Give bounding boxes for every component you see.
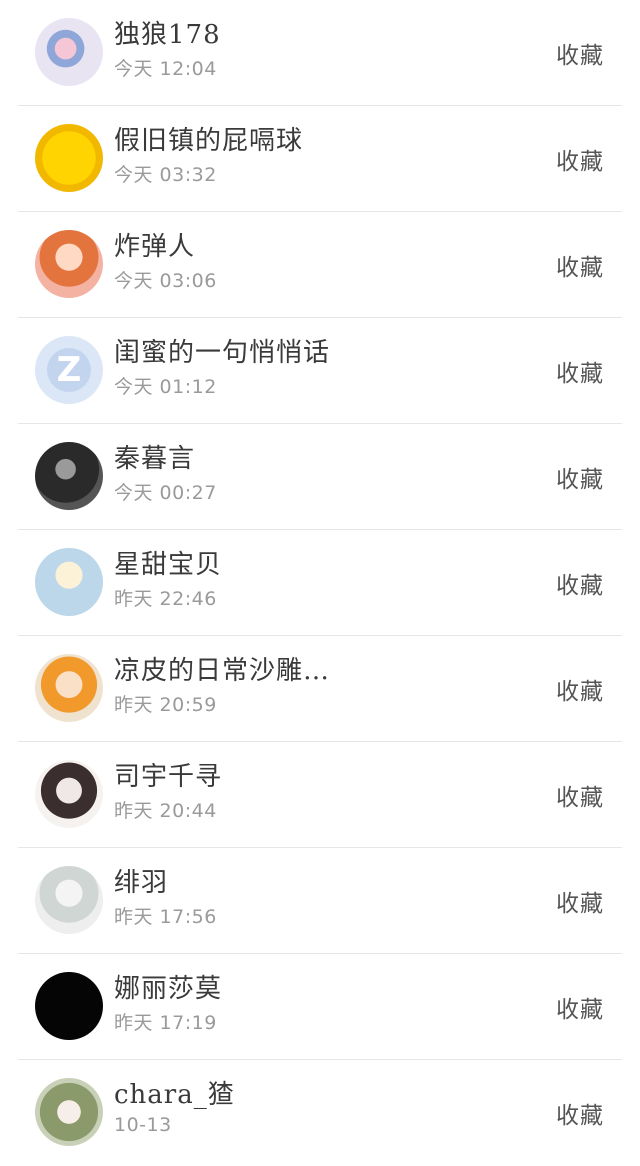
contact-name: 星甜宝贝 [114, 550, 223, 580]
list-item[interactable]: 星甜宝贝 昨天 22:46 收藏 [18, 530, 622, 636]
contact-name: 闺蜜的一句悄悄话 [114, 338, 331, 368]
contact-time: 昨天 17:19 [114, 1012, 217, 1034]
avatar[interactable] [35, 442, 103, 510]
list-item[interactable]: 司宇千寻 昨天 20:44 收藏 [18, 742, 622, 848]
contact-time: 昨天 20:44 [114, 800, 217, 822]
avatar[interactable] [35, 1078, 103, 1146]
avatar[interactable] [35, 760, 103, 828]
contact-name: 娜丽莎莫 [114, 974, 223, 1004]
contact-name: 绯羽 [114, 868, 169, 898]
qzone-logo-icon: Z [47, 348, 91, 392]
contact-time: 今天 03:06 [114, 270, 217, 292]
contact-time: 今天 12:04 [114, 58, 217, 80]
list-item[interactable]: 假旧镇的屁嗝球 今天 03:32 收藏 [18, 106, 622, 212]
list-item[interactable]: Z 闺蜜的一句悄悄话 今天 01:12 收藏 [18, 318, 622, 424]
list-item[interactable]: 娜丽莎莫 昨天 17:19 收藏 [18, 954, 622, 1060]
list-item[interactable]: 凉皮的日常沙雕… 昨天 20:59 收藏 [18, 636, 622, 742]
list-item[interactable]: 绯羽 昨天 17:56 收藏 [18, 848, 622, 954]
favorite-button[interactable]: 收藏 [556, 142, 604, 176]
list-item[interactable]: 独狼178 今天 12:04 收藏 [18, 0, 622, 106]
avatar[interactable] [35, 548, 103, 616]
contact-name: chara_猹 [114, 1080, 235, 1110]
contact-name: 独狼178 [114, 20, 221, 50]
contact-name: 司宇千寻 [114, 762, 223, 792]
favorite-button[interactable]: 收藏 [556, 1096, 604, 1130]
list-item[interactable]: 秦暮言 今天 00:27 收藏 [18, 424, 622, 530]
avatar[interactable] [35, 972, 103, 1040]
contact-time: 10-13 [114, 1114, 172, 1136]
contact-time: 今天 01:12 [114, 376, 217, 398]
contact-name: 炸弹人 [114, 232, 196, 262]
list-item[interactable]: chara_猹 10-13 收藏 [18, 1060, 622, 1166]
favorite-button[interactable]: 收藏 [556, 672, 604, 706]
contact-time: 今天 00:27 [114, 482, 217, 504]
favorite-button[interactable]: 收藏 [556, 778, 604, 812]
favorite-button[interactable]: 收藏 [556, 884, 604, 918]
avatar[interactable] [35, 18, 103, 86]
avatar[interactable] [35, 654, 103, 722]
favorite-button[interactable]: 收藏 [556, 990, 604, 1024]
contact-time: 昨天 20:59 [114, 694, 217, 716]
contact-name: 凉皮的日常沙雕… [114, 656, 331, 686]
favorite-button[interactable]: 收藏 [556, 248, 604, 282]
avatar[interactable]: Z [35, 336, 103, 404]
favorite-button[interactable]: 收藏 [556, 36, 604, 70]
contact-name: 秦暮言 [114, 444, 196, 474]
contact-list: 独狼178 今天 12:04 收藏 假旧镇的屁嗝球 今天 03:32 收藏 炸弹… [0, 0, 640, 1166]
avatar[interactable] [35, 230, 103, 298]
favorite-button[interactable]: 收藏 [556, 354, 604, 388]
avatar[interactable] [35, 866, 103, 934]
favorite-button[interactable]: 收藏 [556, 460, 604, 494]
avatar[interactable] [35, 124, 103, 192]
favorite-button[interactable]: 收藏 [556, 566, 604, 600]
contact-name: 假旧镇的屁嗝球 [114, 126, 304, 156]
contact-time: 今天 03:32 [114, 164, 217, 186]
list-item[interactable]: 炸弹人 今天 03:06 收藏 [18, 212, 622, 318]
contact-time: 昨天 22:46 [114, 588, 217, 610]
contact-time: 昨天 17:56 [114, 906, 217, 928]
